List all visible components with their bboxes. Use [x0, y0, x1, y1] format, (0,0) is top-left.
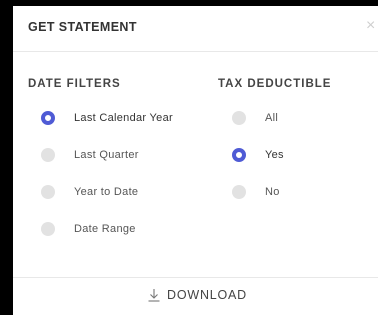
dialog-title: GET STATEMENT	[28, 20, 137, 34]
close-icon[interactable]: ×	[366, 18, 375, 34]
radio-last-quarter[interactable]: Last Quarter	[41, 146, 139, 164]
radio-year-to-date[interactable]: Year to Date	[41, 183, 138, 201]
radio-label: Last Calendar Year	[74, 112, 173, 124]
radio-tax-all[interactable]: All	[232, 109, 278, 127]
radio-label: Yes	[265, 149, 284, 161]
dialog-footer: DOWNLOAD	[13, 277, 378, 315]
radio-tax-no[interactable]: No	[232, 183, 280, 201]
radio-label: Date Range	[74, 223, 136, 235]
radio-date-range[interactable]: Date Range	[41, 220, 136, 238]
radio-unselected-icon[interactable]	[41, 185, 55, 199]
radio-label: All	[265, 112, 279, 124]
download-label: DOWNLOAD	[167, 288, 248, 302]
radio-unselected-icon[interactable]	[232, 111, 246, 125]
radio-unselected-icon[interactable]	[41, 148, 55, 162]
radio-last-calendar-year[interactable]: Last Calendar Year	[41, 109, 173, 127]
radio-tax-yes[interactable]: Yes	[232, 146, 284, 164]
dialog-header: GET STATEMENT ×	[13, 6, 378, 52]
radio-unselected-icon[interactable]	[232, 185, 246, 199]
tax-deductible-heading: TAX DEDUCTIBLE	[218, 78, 332, 90]
download-button[interactable]: DOWNLOAD	[148, 288, 247, 302]
radio-selected-icon[interactable]	[232, 148, 246, 162]
radio-label: Last Quarter	[74, 149, 139, 161]
date-filters-heading: DATE FILTERS	[28, 78, 121, 90]
download-icon	[148, 288, 160, 302]
get-statement-dialog: GET STATEMENT × DATE FILTERS Last Calend…	[13, 6, 378, 315]
radio-label: Year to Date	[74, 186, 139, 198]
radio-selected-icon[interactable]	[41, 111, 55, 125]
radio-unselected-icon[interactable]	[41, 222, 55, 236]
radio-label: No	[265, 186, 280, 198]
